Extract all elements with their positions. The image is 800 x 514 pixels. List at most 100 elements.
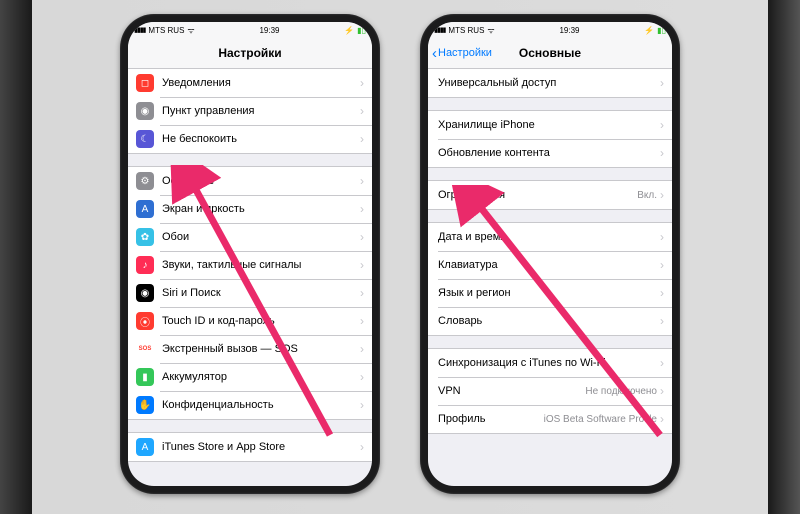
chevron-right-icon: › (660, 146, 664, 160)
chevron-right-icon: › (360, 230, 364, 244)
row-icon: ◉ (136, 284, 154, 302)
row-label: Siri и Поиск (162, 287, 360, 299)
settings-row[interactable]: VPNНе подключено› (428, 377, 672, 405)
row-label: Словарь (438, 315, 660, 327)
row-label: Синхронизация с iTunes по Wi-Fi (438, 357, 660, 369)
chevron-right-icon: › (360, 104, 364, 118)
row-detail: Не подключено (585, 386, 657, 397)
row-label: Дата и время (438, 231, 660, 243)
general-list[interactable]: Универсальный доступ›Хранилище iPhone›Об… (428, 69, 672, 434)
settings-row[interactable]: Дата и время› (428, 223, 672, 251)
signal-icon: ▮▮▮▮ (434, 26, 445, 34)
settings-row[interactable]: Словарь› (428, 307, 672, 335)
settings-group: ОграниченияВкл.› (428, 180, 672, 210)
row-label: Экран и яркость (162, 203, 360, 215)
chevron-right-icon: › (660, 384, 664, 398)
settings-row[interactable]: ◉ Пункт управления› (128, 97, 372, 125)
settings-row[interactable]: Хранилище iPhone› (428, 111, 672, 139)
row-label: Touch ID и код-пароль (162, 315, 360, 327)
battery-icon: ▮▯ (357, 26, 366, 35)
screen-right: ▮▮▮▮ MTS RUS ᯤ 19:39 ⚡ ▮▯ ‹ Настройки Ос… (428, 22, 672, 486)
row-label: Хранилище iPhone (438, 119, 660, 131)
row-icon: ✿ (136, 228, 154, 246)
stage: ▮▮▮▮ MTS RUS ᯤ 19:39 ⚡ ▮▯ Настройки ◻︎ Ув… (0, 0, 800, 514)
chevron-right-icon: › (660, 314, 664, 328)
settings-row[interactable]: ОграниченияВкл.› (428, 181, 672, 209)
chevron-right-icon: › (660, 286, 664, 300)
signal-icon: ▮▮▮▮ (134, 26, 145, 34)
chevron-left-icon: ‹ (432, 46, 437, 61)
row-label: Экстренный вызов — SOS (162, 343, 360, 355)
settings-row[interactable]: Язык и регион› (428, 279, 672, 307)
chevron-right-icon: › (360, 286, 364, 300)
row-label: Пункт управления (162, 105, 360, 117)
settings-row[interactable]: ☾Не беспокоить› (128, 125, 372, 153)
chevron-right-icon: › (360, 76, 364, 90)
row-label: Не беспокоить (162, 133, 360, 145)
settings-row[interactable]: ♪Звуки, тактильные сигналы› (128, 251, 372, 279)
settings-row[interactable]: SOS Экстренный вызов — SOS› (128, 335, 372, 363)
settings-group: Дата и время›Клавиатура›Язык и регион›Сл… (428, 222, 672, 336)
row-label: Универсальный доступ (438, 77, 660, 89)
row-label: Профиль (438, 413, 544, 425)
settings-row[interactable]: AiTunes Store и App Store› (128, 433, 372, 461)
bluetooth-icon: ⚡ (344, 26, 354, 35)
row-label: Звуки, тактильные сигналы (162, 259, 360, 271)
row-label: Основные (162, 175, 360, 187)
row-icon: ⚙ (136, 172, 154, 190)
row-icon: ⦿ (136, 312, 154, 330)
carrier-label: MTS RUS (448, 26, 484, 35)
settings-group: Синхронизация с iTunes по Wi-Fi›VPNНе по… (428, 348, 672, 434)
chevron-right-icon: › (360, 342, 364, 356)
row-label: VPN (438, 385, 585, 397)
row-label: Обновление контента (438, 147, 660, 159)
back-label: Настройки (438, 47, 492, 59)
phone-left: ▮▮▮▮ MTS RUS ᯤ 19:39 ⚡ ▮▯ Настройки ◻︎Ув… (120, 14, 380, 494)
settings-row[interactable]: Обновление контента› (428, 139, 672, 167)
chevron-right-icon: › (660, 230, 664, 244)
battery-icon: ▮▯ (657, 26, 666, 35)
phone-right: ▮▮▮▮ MTS RUS ᯤ 19:39 ⚡ ▮▯ ‹ Настройки Ос… (420, 14, 680, 494)
settings-row[interactable]: AЭкран и яркость› (128, 195, 372, 223)
settings-row[interactable]: ◻︎ Уведомления› (128, 69, 372, 97)
settings-row[interactable]: ПрофильiOS Beta Software Profile› (428, 405, 672, 433)
settings-row[interactable]: ✿ Обои› (128, 223, 372, 251)
settings-row[interactable]: ✋Конфиденциальность› (128, 391, 372, 419)
chevron-right-icon: › (660, 258, 664, 272)
settings-group: ⚙Основные›AЭкран и яркость›✿Обои›♪Звуки,… (128, 166, 372, 420)
screen-left: ▮▮▮▮ MTS RUS ᯤ 19:39 ⚡ ▮▯ Настройки ◻︎Ув… (128, 22, 372, 486)
row-icon: ▮ (136, 368, 154, 386)
settings-list[interactable]: ◻︎Уведомления›◉Пункт управления›☾Не бесп… (128, 69, 372, 462)
row-icon: ◻︎ (136, 74, 154, 92)
status-time: 19:39 (259, 26, 279, 35)
chevron-right-icon: › (660, 356, 664, 370)
row-label: Конфиденциальность (162, 399, 360, 411)
chevron-right-icon: › (660, 118, 664, 132)
settings-row[interactable]: Универсальный доступ› (428, 69, 672, 97)
row-label: Обои (162, 231, 360, 243)
settings-row[interactable]: Синхронизация с iTunes по Wi-Fi› (428, 349, 672, 377)
row-icon: A (136, 200, 154, 218)
settings-row[interactable]: ⦿Touch ID и код-пароль› (128, 307, 372, 335)
status-bar: ▮▮▮▮ MTS RUS ᯤ 19:39 ⚡ ▮▯ (428, 22, 672, 38)
settings-row[interactable]: ▮ Аккумулятор› (128, 363, 372, 391)
status-bar: ▮▮▮▮ MTS RUS ᯤ 19:39 ⚡ ▮▯ (128, 22, 372, 38)
settings-group: ◻︎Уведомления›◉Пункт управления›☾Не бесп… (128, 69, 372, 154)
settings-row[interactable]: ⚙ Основные› (128, 167, 372, 195)
settings-row[interactable]: ◉ Siri и Поиск› (128, 279, 372, 307)
row-label: Аккумулятор (162, 371, 360, 383)
chevron-right-icon: › (660, 188, 664, 202)
settings-group: Хранилище iPhone›Обновление контента› (428, 110, 672, 168)
row-label: Уведомления (162, 77, 360, 89)
carrier-label: MTS RUS (148, 26, 184, 35)
row-detail: Вкл. (637, 190, 657, 201)
back-button[interactable]: ‹ Настройки (432, 46, 492, 61)
chevron-right-icon: › (360, 370, 364, 384)
chevron-right-icon: › (360, 174, 364, 188)
status-time: 19:39 (559, 26, 579, 35)
row-icon: SOS (136, 340, 154, 358)
chevron-right-icon: › (360, 440, 364, 454)
row-icon: ◉ (136, 102, 154, 120)
settings-group: Универсальный доступ› (428, 69, 672, 98)
settings-row[interactable]: Клавиатура› (428, 251, 672, 279)
